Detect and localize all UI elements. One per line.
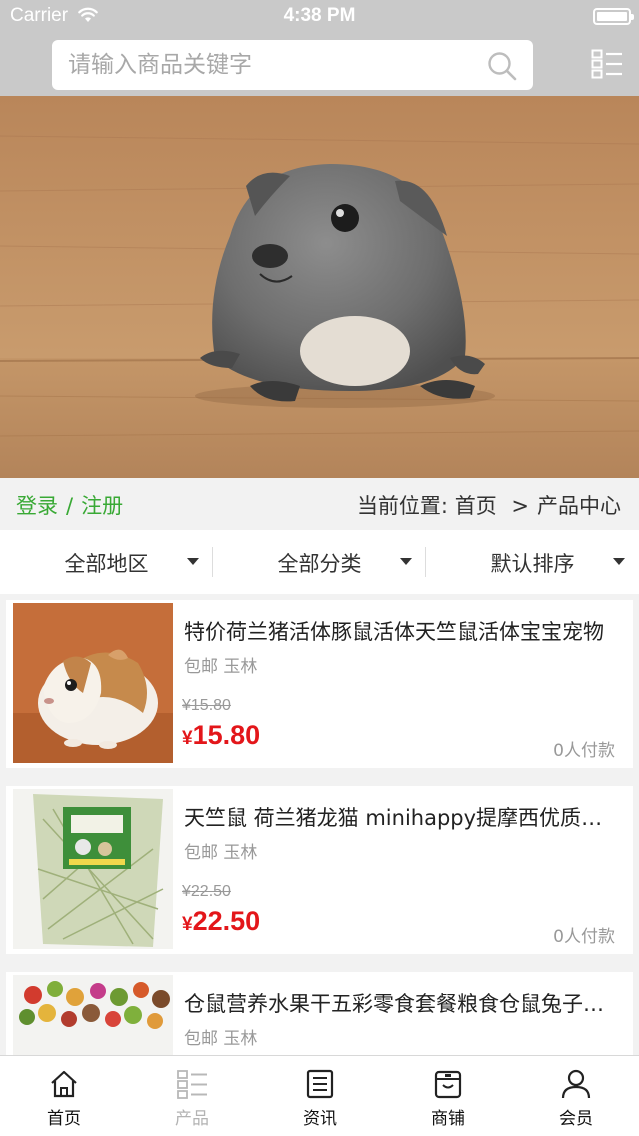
product-card[interactable]: 特价荷兰猪活体豚鼠活体天竺鼠活体宝宝宠物 包邮 玉林 ¥15.80 ¥15.80… xyxy=(6,600,633,768)
breadcrumb-prefix: 当前位置: xyxy=(356,494,449,518)
status-time: 4:38 PM xyxy=(283,5,356,26)
filter-sort[interactable]: 默认排序 xyxy=(426,530,639,594)
filter-sort-label: 默认排序 xyxy=(490,552,575,576)
tab-products[interactable]: 产品 xyxy=(128,1056,256,1136)
product-card[interactable]: 仓鼠营养水果干五彩零食套餐粮食仓鼠兔子饲料 包邮 玉林 xyxy=(6,972,633,1055)
price-value: 15.80 xyxy=(192,720,261,750)
currency-symbol: ¥ xyxy=(182,728,193,749)
bottom-tab-bar: 首页 产品 资讯 商铺 会员 xyxy=(0,1055,639,1136)
breadcrumb: 当前位置: 首页 > 产品中心 xyxy=(357,490,621,520)
product-price: ¥22.50 xyxy=(182,906,260,937)
banner-image[interactable] xyxy=(0,96,639,478)
auth-separator: / xyxy=(66,494,74,518)
product-price: ¥15.80 xyxy=(182,720,260,751)
breadcrumb-separator: > xyxy=(511,494,529,518)
tab-news[interactable]: 资讯 xyxy=(256,1056,384,1136)
top-bar: Carrier 4:38 PM xyxy=(0,0,639,96)
status-bar: Carrier 4:38 PM xyxy=(0,0,639,32)
search-box[interactable] xyxy=(52,40,533,90)
category-menu-icon[interactable] xyxy=(591,49,623,79)
product-shipping-location: 包邮 玉林 xyxy=(184,657,258,677)
info-bar: 登录 / 注册 当前位置: 首页 > 产品中心 xyxy=(0,478,639,530)
store-icon xyxy=(434,1070,462,1099)
caret-down-icon xyxy=(613,558,625,565)
product-shipping-location: 包邮 玉林 xyxy=(184,1029,258,1049)
tab-products-label: 产品 xyxy=(175,1109,209,1129)
filter-region[interactable]: 全部地区 xyxy=(0,530,213,594)
tab-member[interactable]: 会员 xyxy=(512,1056,639,1136)
currency-symbol: ¥ xyxy=(182,914,193,935)
user-icon xyxy=(561,1069,591,1099)
product-title[interactable]: 天竺鼠 荷兰猪龙猫 minihappy提摩西优质牧草 xyxy=(184,802,622,832)
product-image[interactable] xyxy=(13,603,173,763)
caret-down-icon xyxy=(187,558,199,565)
auth-links: 登录 / 注册 xyxy=(16,490,123,520)
grid-list-icon xyxy=(177,1070,207,1099)
tab-news-label: 资讯 xyxy=(303,1109,337,1129)
tab-home-label: 首页 xyxy=(47,1109,81,1129)
tab-home[interactable]: 首页 xyxy=(0,1056,128,1136)
login-link[interactable]: 登录 xyxy=(16,494,58,518)
breadcrumb-home[interactable]: 首页 xyxy=(455,494,497,518)
guinea-pig-photo xyxy=(13,603,173,763)
product-image[interactable] xyxy=(13,975,173,1055)
tab-member-label: 会员 xyxy=(559,1109,593,1129)
home-icon xyxy=(51,1070,77,1098)
product-shipping-location: 包邮 玉林 xyxy=(184,843,258,863)
breadcrumb-current: 产品中心 xyxy=(537,494,621,518)
news-icon xyxy=(306,1069,334,1099)
hay-bag-photo xyxy=(13,789,173,949)
product-title[interactable]: 仓鼠营养水果干五彩零食套餐粮食仓鼠兔子饲料 xyxy=(184,988,622,1018)
caret-down-icon xyxy=(400,558,412,565)
product-paid-count: 0人付款 xyxy=(553,927,615,947)
product-card[interactable]: 天竺鼠 荷兰猪龙猫 minihappy提摩西优质牧草 包邮 玉林 ¥22.50 … xyxy=(6,786,633,954)
guinea-pig-banner xyxy=(0,96,639,478)
filter-category-label: 全部分类 xyxy=(277,552,362,576)
product-image[interactable] xyxy=(13,789,173,949)
filter-region-label: 全部地区 xyxy=(64,552,149,576)
battery-icon xyxy=(593,8,634,25)
filter-bar: 全部地区 全部分类 默认排序 xyxy=(0,530,639,594)
tab-store-label: 商铺 xyxy=(431,1109,465,1129)
tab-store[interactable]: 商铺 xyxy=(384,1056,512,1136)
product-original-price: ¥22.50 xyxy=(182,883,231,900)
product-paid-count: 0人付款 xyxy=(553,741,615,761)
filter-category[interactable]: 全部分类 xyxy=(213,530,426,594)
product-original-price: ¥15.80 xyxy=(182,697,231,714)
search-input[interactable] xyxy=(68,40,468,90)
product-title[interactable]: 特价荷兰猪活体豚鼠活体天竺鼠活体宝宝宠物 xyxy=(184,616,622,646)
price-value: 22.50 xyxy=(192,906,261,936)
register-link[interactable]: 注册 xyxy=(81,494,123,518)
search-icon[interactable] xyxy=(487,51,517,81)
product-list: 特价荷兰猪活体豚鼠活体天竺鼠活体宝宝宠物 包邮 玉林 ¥15.80 ¥15.80… xyxy=(0,600,639,1055)
pellet-food-photo xyxy=(13,975,173,1055)
